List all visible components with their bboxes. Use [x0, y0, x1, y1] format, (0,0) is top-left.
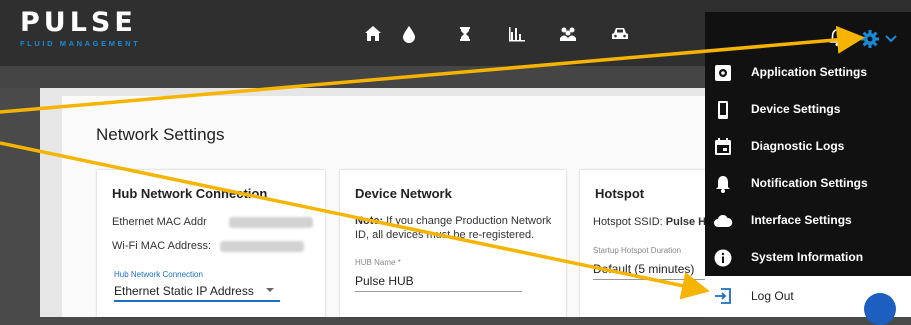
annotation-arrow-to-logout — [0, 141, 710, 300]
annotation-arrows — [0, 25, 865, 300]
annotation-arrow-to-gear — [0, 25, 865, 114]
